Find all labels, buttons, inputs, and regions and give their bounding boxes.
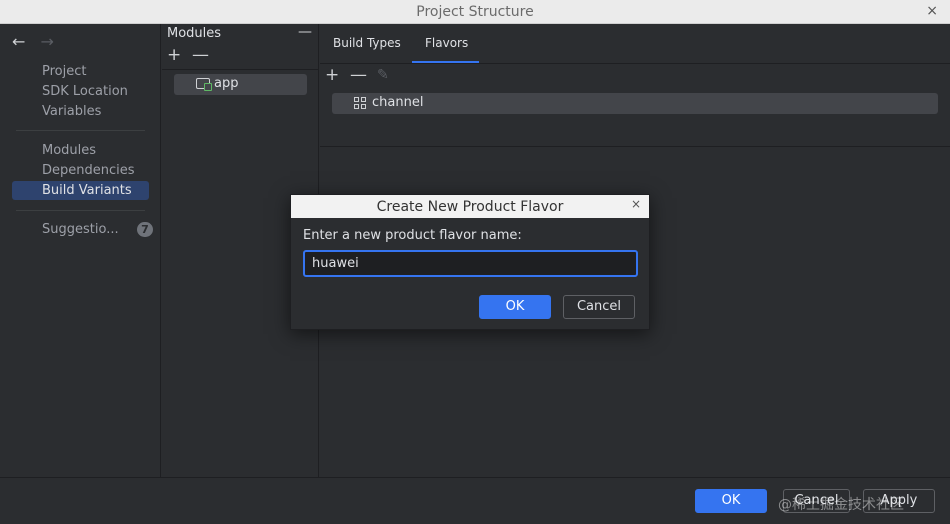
window-title-bar: Project Structure × — [0, 0, 950, 24]
dialog-ok-button[interactable]: OK — [479, 295, 551, 319]
module-item-app[interactable]: app — [174, 74, 307, 95]
nav-item-project[interactable]: Project — [12, 62, 149, 81]
tab-flavors[interactable]: Flavors — [425, 36, 468, 50]
nav-item-suggestions-label: Suggestio... — [42, 222, 119, 237]
dialog-close-icon[interactable]: × — [631, 197, 641, 211]
dialog-button-bar: OK Cancel Apply @稀土掘金技术社区 — [0, 477, 950, 524]
dialog-title: Create New Product Flavor — [291, 195, 649, 218]
nav-item-variables[interactable]: Variables — [12, 102, 149, 121]
forward-arrow-icon[interactable]: → — [41, 32, 54, 51]
create-product-flavor-dialog: Create New Product Flavor × Enter a new … — [290, 194, 650, 330]
active-tab-indicator — [412, 61, 479, 63]
variants-tab-bar: Build Types Flavors — [320, 24, 950, 64]
remove-flavor-icon[interactable]: — — [350, 67, 367, 84]
ok-button[interactable]: OK — [695, 489, 767, 513]
window-title: Project Structure — [416, 4, 534, 20]
flavor-name-input[interactable] — [303, 250, 638, 277]
add-flavor-icon[interactable]: + — [325, 67, 339, 84]
nav-item-sdk-location[interactable]: SDK Location — [12, 82, 149, 101]
tab-build-types[interactable]: Build Types — [333, 36, 401, 50]
edit-flavor-icon[interactable]: ✎ — [377, 67, 389, 84]
nav-item-dependencies[interactable]: Dependencies — [12, 161, 149, 180]
nav-divider — [16, 210, 145, 211]
nav-item-build-variants[interactable]: Build Variants — [12, 181, 149, 200]
flavor-dimension-label: channel — [372, 95, 424, 110]
module-folder-icon — [196, 78, 212, 91]
module-item-label: app — [214, 76, 239, 91]
flavor-dimension-item[interactable]: channel — [332, 93, 938, 114]
watermark-text: @稀土掘金技术社区 — [778, 497, 904, 513]
back-arrow-icon[interactable]: ← — [12, 32, 25, 51]
suggestions-count-badge: 7 — [137, 222, 153, 237]
flavors-divider — [320, 146, 950, 147]
flavor-dimension-icon — [354, 97, 367, 110]
dialog-cancel-button[interactable]: Cancel — [563, 295, 635, 319]
modules-divider — [162, 69, 319, 70]
collapse-panel-icon[interactable]: — — [298, 24, 312, 40]
modules-header: Modules — [167, 26, 222, 41]
window-close-icon[interactable]: × — [926, 3, 938, 19]
nav-divider — [16, 130, 145, 131]
dialog-prompt: Enter a new product flavor name: — [303, 228, 522, 243]
add-module-icon[interactable]: + — [167, 47, 181, 64]
nav-item-suggestions[interactable]: Suggestio... 7 — [12, 220, 153, 239]
history-navigation: ← → — [12, 32, 54, 51]
left-navigation: ← → Project SDK Location Variables Modul… — [0, 24, 161, 477]
nav-item-modules[interactable]: Modules — [12, 141, 149, 160]
remove-module-icon[interactable]: — — [192, 47, 209, 64]
